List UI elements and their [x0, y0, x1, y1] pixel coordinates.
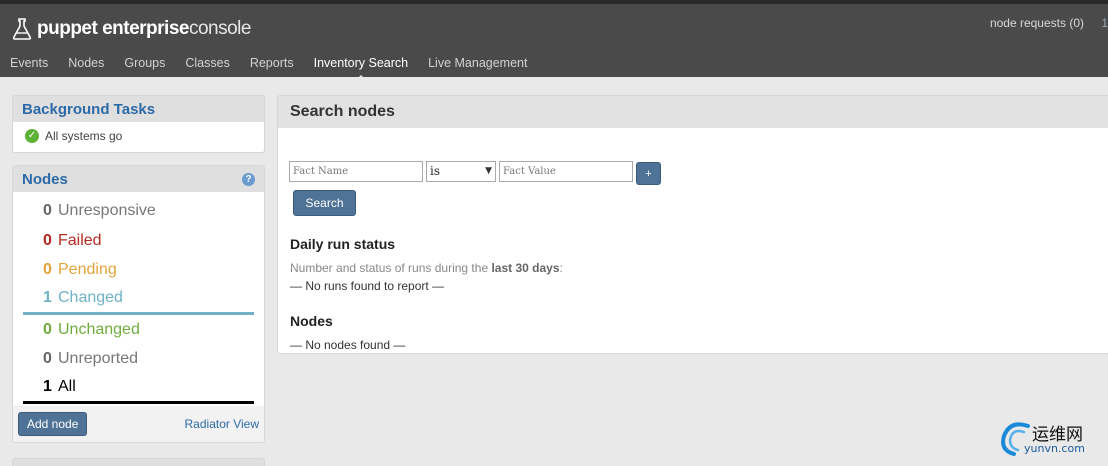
background-tasks-status: ✓ All systems go	[13, 122, 264, 150]
status-label: Unreported	[58, 350, 139, 368]
status-count: 0	[43, 350, 52, 368]
top-bar: puppet enterpriseconsole node requests (…	[0, 0, 1108, 81]
status-all[interactable]: 1 All	[23, 374, 254, 404]
background-tasks-panel: Background Tasks ✓ All systems go	[12, 95, 265, 153]
status-count: 0	[43, 261, 52, 279]
status-label: Unchanged	[58, 320, 140, 338]
background-tasks-header: Background Tasks	[13, 96, 264, 122]
nodes-panel-title: Nodes	[22, 170, 68, 188]
help-icon[interactable]: ?	[242, 172, 255, 186]
nav-nodes[interactable]: Nodes	[58, 54, 114, 81]
daily-run-status-description: Number and status of runs during the las…	[290, 261, 563, 275]
status-count: 1	[43, 289, 52, 307]
nodes-panel-header: Nodes ?	[13, 166, 264, 192]
node-status-list: 0 Unresponsive 0 Failed 0 Pending 1 Chan…	[13, 192, 264, 406]
fact-search-form: Fact Name is ▼ Fact Value +	[289, 157, 661, 185]
header-corner-text: 1	[1101, 16, 1108, 30]
nav-events[interactable]: Events	[0, 54, 58, 81]
status-changed[interactable]: 1 Changed	[23, 285, 254, 315]
logo-bold-text: puppet enterprise	[37, 18, 189, 39]
background-tasks-status-text: All systems go	[45, 129, 123, 143]
status-label: Pending	[58, 261, 117, 279]
site-watermark: 运维网 yunvn.com	[998, 418, 1102, 458]
nodes-section-title: Nodes	[290, 313, 333, 329]
search-nodes-panel: Search nodes Fact Name is ▼ Fact Value +…	[277, 95, 1108, 354]
daily-run-status-title: Daily run status	[290, 236, 396, 252]
status-unreported[interactable]: 0 Unreported	[23, 344, 254, 374]
main-nav: Events Nodes Groups Classes Reports Inve…	[0, 54, 537, 81]
status-unchanged[interactable]: 0 Unchanged	[23, 315, 254, 345]
add-node-button[interactable]: Add node	[18, 412, 88, 436]
nodes-panel-footer: Add node Radiator View	[13, 406, 264, 442]
nav-classes[interactable]: Classes	[175, 54, 239, 81]
watermark-url: yunvn.com	[1024, 442, 1085, 455]
nav-live-management[interactable]: Live Management	[418, 54, 537, 81]
background-tasks-title[interactable]: Background Tasks	[22, 101, 155, 118]
status-count: 1	[43, 378, 52, 396]
daily-desc-bold: last 30 days	[491, 261, 560, 275]
search-button[interactable]: Search	[293, 190, 356, 216]
status-label: Unresponsive	[58, 201, 156, 219]
check-circle-icon: ✓	[25, 129, 39, 143]
sidebar-next-panel	[12, 458, 265, 466]
status-count: 0	[43, 231, 52, 249]
puppet-logo-icon	[12, 18, 32, 40]
operator-value: is	[430, 164, 440, 178]
daily-desc-suffix: :	[559, 261, 563, 275]
chevron-down-icon: ▼	[485, 166, 492, 176]
nodes-panel: Nodes ? 0 Unresponsive 0 Failed 0 Pendin…	[12, 165, 265, 443]
status-count: 0	[43, 201, 52, 219]
radiator-view-link[interactable]: Radiator View	[185, 417, 259, 431]
search-nodes-header: Search nodes	[278, 96, 1108, 128]
fact-name-input[interactable]: Fact Name	[289, 160, 423, 182]
status-label: Changed	[58, 289, 123, 307]
status-label: All	[58, 378, 76, 396]
add-criteria-button[interactable]: +	[636, 162, 661, 185]
page-title: Search nodes	[290, 103, 395, 120]
status-count: 0	[43, 320, 52, 338]
status-failed[interactable]: 0 Failed	[23, 226, 254, 256]
nav-reports[interactable]: Reports	[240, 54, 304, 81]
status-pending[interactable]: 0 Pending	[23, 255, 254, 285]
app-logo[interactable]: puppet enterpriseconsole	[12, 16, 251, 42]
logo-light-text: console	[188, 18, 252, 39]
status-unresponsive[interactable]: 0 Unresponsive	[23, 196, 254, 226]
operator-select[interactable]: is ▼	[426, 160, 496, 182]
nav-inventory-search[interactable]: Inventory Search	[304, 54, 419, 81]
fact-value-input[interactable]: Fact Value	[499, 160, 633, 182]
no-nodes-message: — No nodes found —	[290, 338, 406, 352]
status-label: Failed	[58, 231, 102, 249]
node-requests-link[interactable]: node requests (0)	[990, 16, 1084, 30]
daily-desc-prefix: Number and status of runs during the	[290, 261, 492, 275]
no-runs-message: — No runs found to report —	[290, 279, 445, 293]
nav-groups[interactable]: Groups	[114, 54, 175, 81]
